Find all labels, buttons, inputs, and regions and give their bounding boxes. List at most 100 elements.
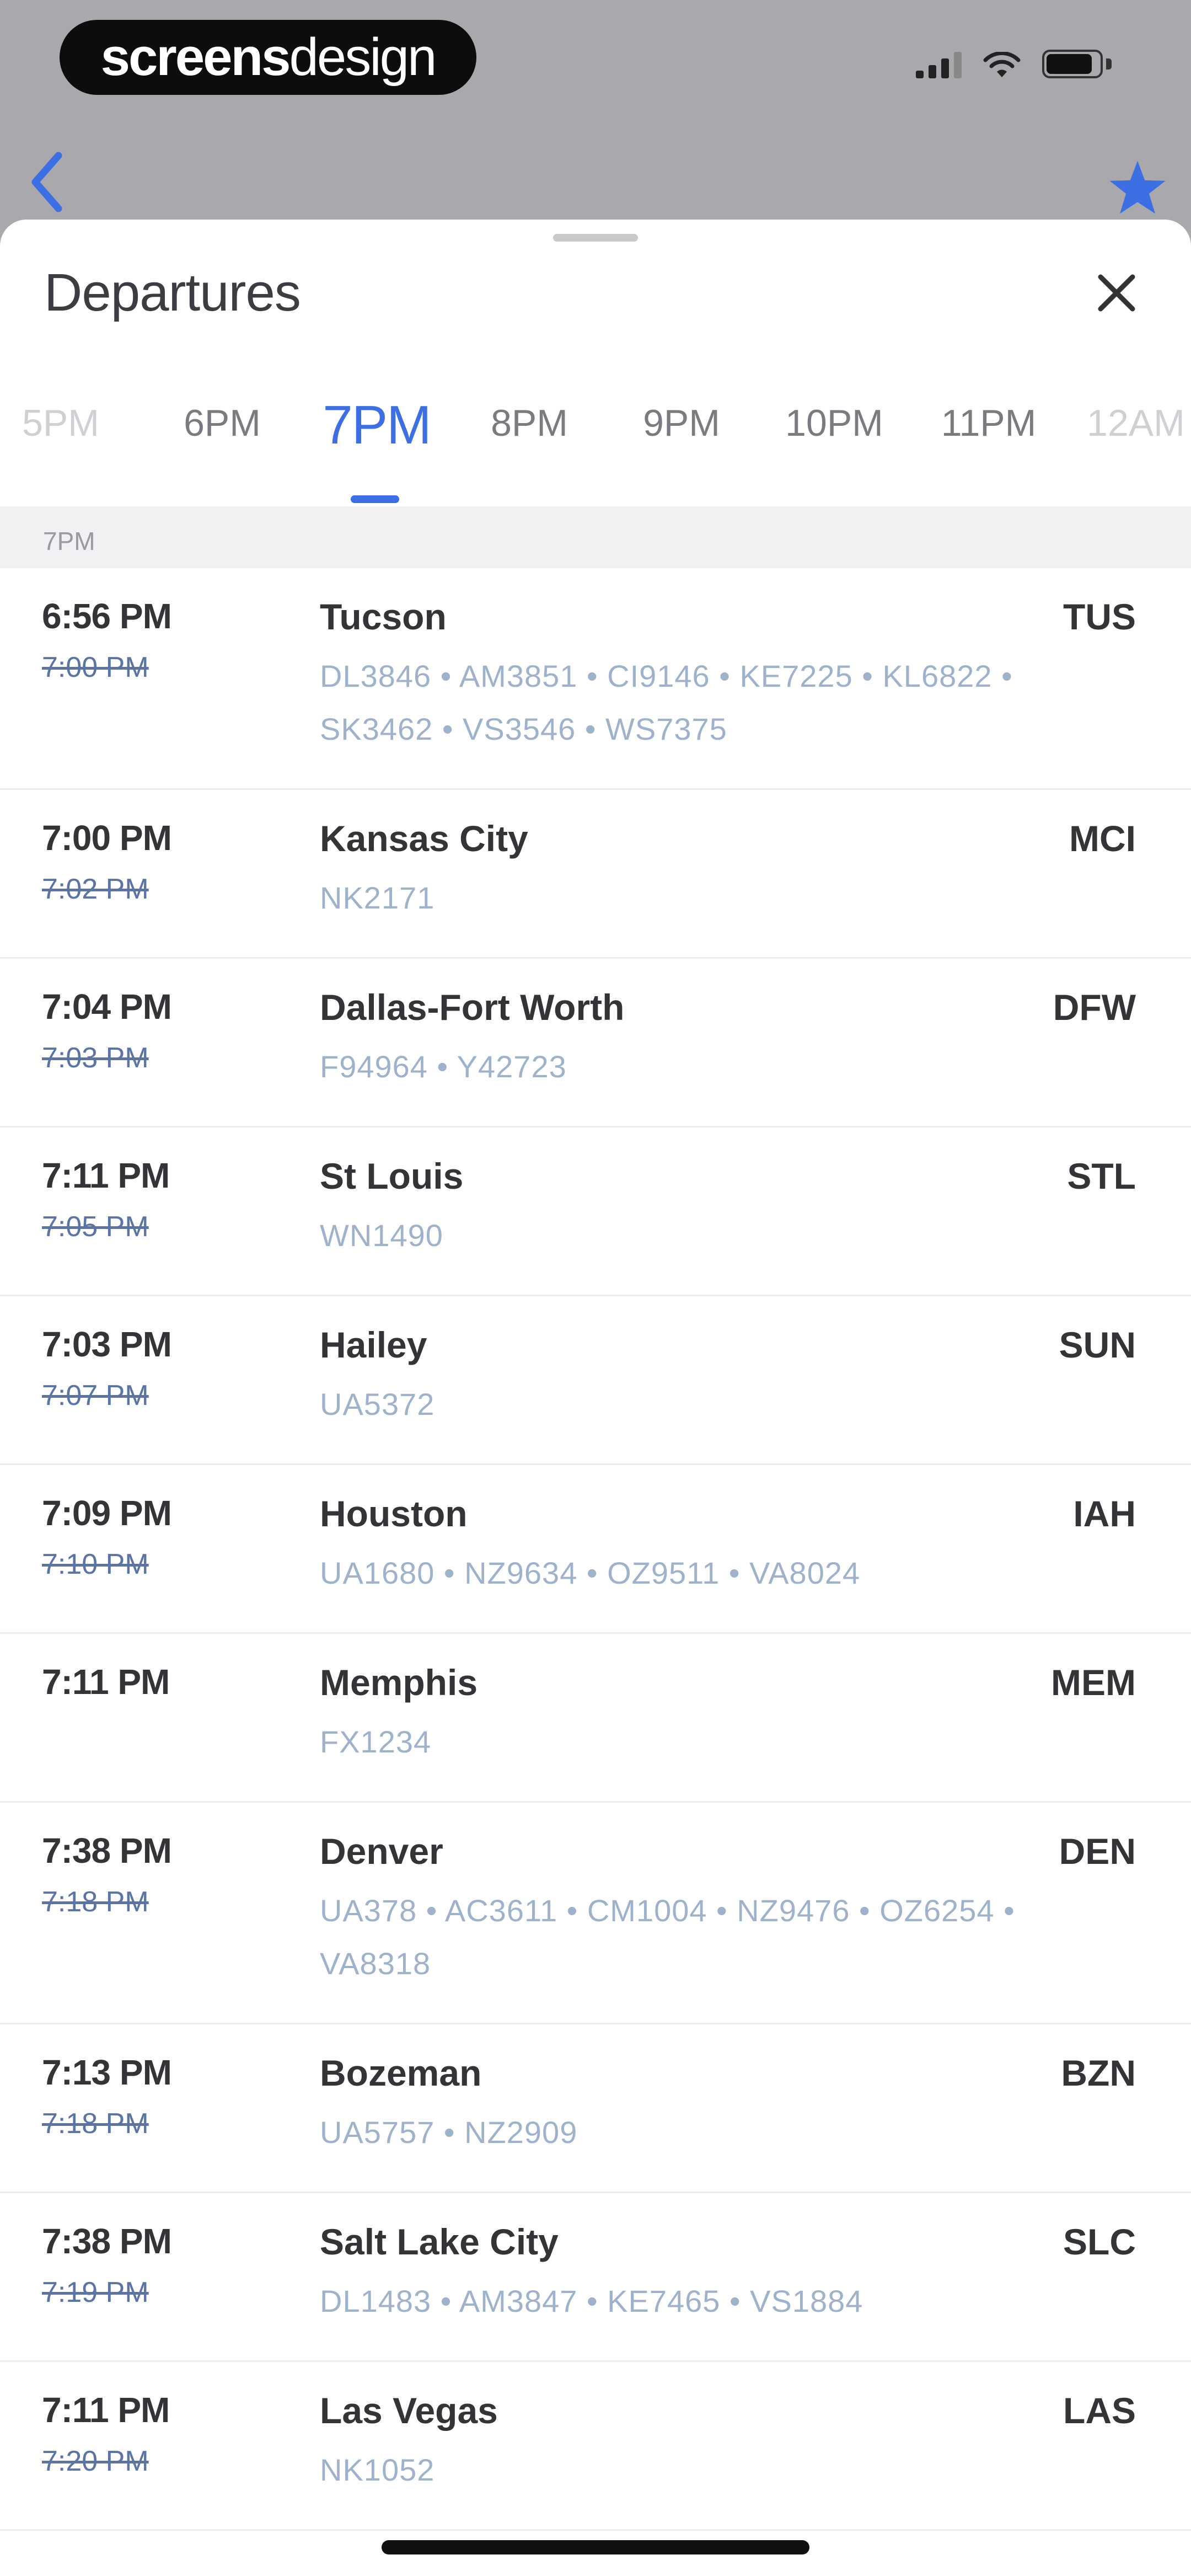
hour-tabs: 5PM 6PM 7PM 8PM 9PM 10PM 11PM 12AM <box>0 394 1191 495</box>
flight-code: KE7465 <box>607 2284 721 2318</box>
departure-time: 7:11 PM <box>42 1662 170 1702</box>
brand-logo-bold: screens <box>100 28 291 87</box>
flight-separator: • <box>431 2284 459 2318</box>
airport-code: DEN <box>1059 1831 1136 1872</box>
flight-separator: • <box>720 2284 750 2318</box>
flight-codes: F94964 • Y42723 <box>320 1040 1037 1093</box>
destination-city: Kansas City <box>320 818 528 859</box>
departure-row[interactable]: 7:38 PM 7:18 PM Denver DEN UA378 • AC3611 • … <box>0 1803 1191 2024</box>
departure-time: 7:13 PM <box>42 2053 172 2092</box>
flight-separator: • <box>576 712 606 746</box>
flight-code: NZ9634 <box>464 1556 578 1590</box>
brand-logo-light: design <box>289 28 437 87</box>
tab-hour-10pm[interactable]: 10PM <box>785 402 883 445</box>
tab-hour-9pm[interactable]: 9PM <box>643 402 720 445</box>
flight-separator: • <box>720 1556 749 1590</box>
flight-separator: • <box>850 1893 880 1928</box>
destination-city: Salt Lake City <box>320 2221 559 2262</box>
departure-row[interactable]: 7:03 PM 7:07 PM Hailey SUN UA5372 <box>0 1296 1191 1465</box>
airport-code: MEM <box>1051 1662 1136 1703</box>
flight-code: VS3546 <box>463 712 576 746</box>
battery-icon <box>1042 50 1114 78</box>
flight-code: CI9146 <box>607 659 710 693</box>
departure-row[interactable]: 6:56 PM 7:00 PM Tucson TUS DL3846 • AM3851 •… <box>0 568 1191 790</box>
flight-code: WN1490 <box>320 1218 443 1253</box>
favorite-star-icon[interactable] <box>1107 157 1168 218</box>
flight-codes: DL3846 • AM3851 • CI9146 • KE7225 • KL68… <box>320 650 1037 756</box>
departure-row[interactable]: 7:09 PM 7:10 PM Houston IAH UA1680 • NZ9634 … <box>0 1465 1191 1634</box>
departure-row[interactable]: 7:00 PM 7:02 PM Kansas City MCI NK2171 <box>0 790 1191 959</box>
departure-row[interactable]: 7:11 PM 7:20 PM Las Vegas LAS NK1052 <box>0 2362 1191 2531</box>
flight-code: KE7225 <box>739 659 853 693</box>
airport-code: MCI <box>1069 818 1136 859</box>
departure-time: 7:38 PM <box>42 1831 172 1870</box>
departure-row[interactable]: 7:11 PM Memphis MEM FX1234 <box>0 1634 1191 1803</box>
destination-city: Hailey <box>320 1324 427 1365</box>
tab-hour-6pm[interactable]: 6PM <box>184 402 261 445</box>
back-chevron-icon[interactable] <box>24 149 74 215</box>
home-indicator <box>382 2540 809 2554</box>
flight-code: OZ6254 <box>879 1893 995 1928</box>
flight-separator: • <box>434 1556 465 1590</box>
departure-time: 7:03 PM <box>42 1324 172 1364</box>
airport-code: BZN <box>1061 2053 1136 2093</box>
airport-code: SUN <box>1059 1324 1136 1365</box>
airport-code: IAH <box>1073 1493 1136 1534</box>
flight-codes: FX1234 <box>320 1715 1037 1768</box>
flight-code: DL1483 <box>320 2284 432 2318</box>
departure-time: 7:11 PM <box>42 1156 170 1195</box>
flight-separator: • <box>577 659 608 693</box>
flight-code: UA5372 <box>320 1387 435 1421</box>
scheduled-time: 7:05 PM <box>42 1211 149 1243</box>
scheduled-time: 7:02 PM <box>42 873 149 905</box>
tab-hour-12am[interactable]: 12AM <box>1087 402 1185 445</box>
departure-row[interactable]: 7:13 PM 7:18 PM Bozeman BZN UA5757 • NZ2909 <box>0 2024 1191 2193</box>
flight-code: Y42723 <box>457 1049 567 1084</box>
tab-hour-5pm[interactable]: 5PM <box>22 402 99 445</box>
departures-list: 6:56 PM 7:00 PM Tucson TUS DL3846 • AM3851 •… <box>0 568 1191 2531</box>
scheduled-time: 7:10 PM <box>42 1548 149 1580</box>
status-icons <box>916 50 1114 78</box>
destination-city: St Louis <box>320 1156 464 1196</box>
flight-code: VS1884 <box>750 2284 863 2318</box>
departure-time: 7:00 PM <box>42 818 172 858</box>
tab-hour-8pm[interactable]: 8PM <box>491 402 568 445</box>
section-header: 7PM <box>0 506 1191 568</box>
departure-time: 7:11 PM <box>42 2390 170 2430</box>
destination-city: Tucson <box>320 596 447 637</box>
flight-code: OZ9511 <box>607 1556 720 1590</box>
flight-code: CM1004 <box>587 1893 707 1928</box>
flight-codes: UA1680 • NZ9634 • OZ9511 • VA8024 <box>320 1547 1037 1600</box>
section-header-label: 7PM <box>43 527 95 555</box>
flight-code: SK3462 <box>320 712 433 746</box>
tab-hour-11pm[interactable]: 11PM <box>941 402 1037 445</box>
destination-city: Las Vegas <box>320 2390 498 2431</box>
scheduled-time: 7:18 PM <box>42 2108 149 2140</box>
flight-codes: WN1490 <box>320 1209 1037 1262</box>
flight-separator: • <box>992 659 1013 693</box>
scheduled-time: 7:19 PM <box>42 2276 149 2308</box>
departure-row[interactable]: 7:11 PM 7:05 PM St Louis STL WN1490 <box>0 1127 1191 1296</box>
flight-codes: UA5372 <box>320 1378 1037 1431</box>
flight-separator: • <box>417 1893 445 1928</box>
flight-separator: • <box>557 1893 587 1928</box>
flight-code: UA5757 <box>320 2115 435 2150</box>
flight-code: NZ2909 <box>464 2115 578 2150</box>
departure-row[interactable]: 7:04 PM 7:03 PM Dallas-Fort Worth DFW F94964… <box>0 959 1191 1127</box>
scheduled-time: 7:18 PM <box>42 1886 149 1918</box>
flight-code: UA1680 <box>320 1556 435 1590</box>
tab-hour-7pm[interactable]: 7PM <box>323 394 432 456</box>
cellular-signal-icon <box>916 52 962 78</box>
flight-separator: • <box>433 712 463 746</box>
destination-city: Dallas-Fort Worth <box>320 987 625 1028</box>
airport-code: TUS <box>1063 596 1136 637</box>
flight-code: UA378 <box>320 1893 417 1928</box>
departures-sheet: Departures 5PM 6PM 7PM 8PM 9PM 10PM 11PM… <box>0 220 1191 2576</box>
departure-time: 6:56 PM <box>42 596 172 636</box>
departure-row[interactable]: 7:38 PM 7:19 PM Salt Lake City SLC DL1483 • … <box>0 2193 1191 2362</box>
sheet-grabber[interactable] <box>553 234 638 242</box>
close-icon[interactable] <box>1092 268 1141 318</box>
flight-code: F94964 <box>320 1049 428 1084</box>
flight-code: WS7375 <box>605 712 727 746</box>
flight-separator: • <box>577 1556 608 1590</box>
